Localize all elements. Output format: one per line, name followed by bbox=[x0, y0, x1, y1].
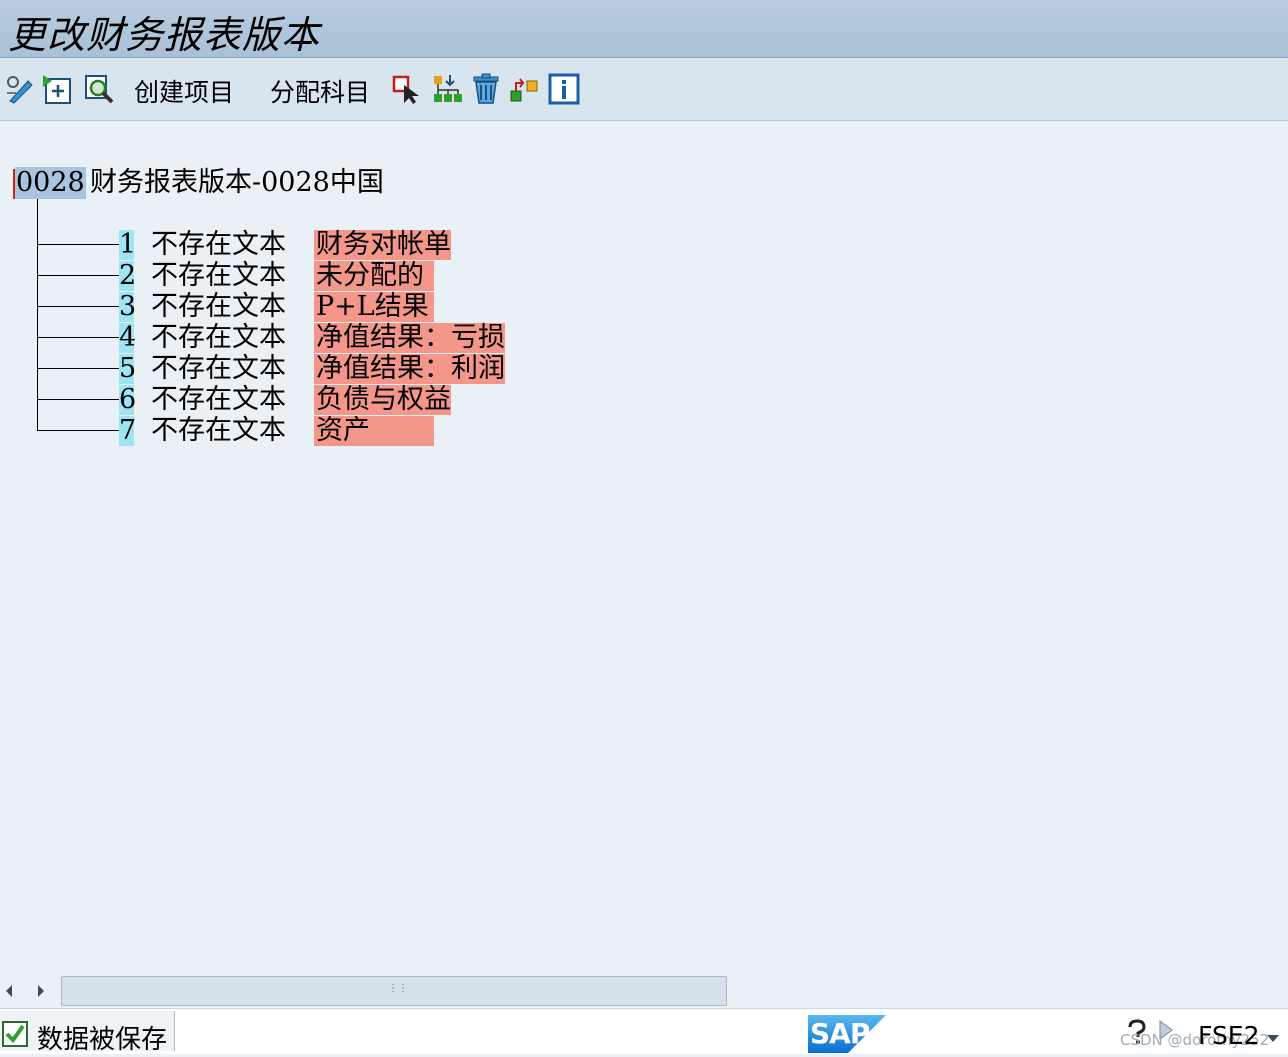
tree-item-text[interactable]: 不存在文本 bbox=[151, 230, 286, 260]
new-item-icon[interactable] bbox=[42, 73, 74, 105]
hierarchy-icon[interactable] bbox=[431, 73, 463, 105]
tree-connector-horizontal bbox=[37, 399, 119, 400]
scroll-thumb[interactable]: ⋮⋮ bbox=[61, 976, 727, 1006]
tree-item-label[interactable]: 负债与权益 bbox=[314, 385, 451, 415]
tree-connector-horizontal bbox=[37, 430, 119, 431]
tree-item-text[interactable]: 不存在文本 bbox=[151, 323, 286, 353]
tree-connector-horizontal bbox=[37, 244, 119, 245]
scroll-grip-icon: ⋮⋮ bbox=[388, 983, 408, 994]
tree-item-number[interactable]: 6 bbox=[119, 385, 136, 415]
tree-item-text[interactable]: 不存在文本 bbox=[151, 385, 286, 415]
tree-item-number[interactable]: 4 bbox=[119, 323, 136, 353]
tree-item-number[interactable]: 1 bbox=[119, 230, 136, 260]
tree-connector-horizontal bbox=[37, 337, 119, 338]
create-item-button[interactable]: 创建项目 bbox=[134, 73, 234, 109]
success-check-icon bbox=[2, 1021, 28, 1051]
tree-item-label[interactable]: 财务对帐单 bbox=[314, 230, 451, 260]
scroll-right-icon[interactable] bbox=[36, 983, 46, 1002]
status-message-box[interactable]: 数据被保存 bbox=[0, 1011, 175, 1055]
horizontal-scrollbar[interactable]: ⋮⋮ bbox=[0, 973, 1288, 1007]
tree-item-text[interactable]: 不存在文本 bbox=[151, 354, 286, 384]
tree-item-number[interactable]: 2 bbox=[119, 261, 136, 291]
scroll-left-icon[interactable] bbox=[4, 983, 14, 1002]
tree-connector-vertical bbox=[37, 199, 38, 431]
tree-connector-horizontal bbox=[37, 275, 119, 276]
tree-item-text[interactable]: 不存在文本 bbox=[151, 292, 286, 322]
transaction-code: FSE2 bbox=[1198, 1021, 1260, 1050]
tree-item-text[interactable]: 不存在文本 bbox=[151, 261, 286, 291]
reassign-icon[interactable] bbox=[509, 73, 541, 105]
tree-item-text[interactable]: 不存在文本 bbox=[151, 416, 286, 446]
assign-accounts-button[interactable]: 分配科目 bbox=[270, 73, 370, 109]
tree-item-label[interactable]: 净值结果：亏损 bbox=[314, 323, 505, 353]
page-title: 更改财务报表版本 bbox=[8, 13, 321, 57]
info-icon[interactable] bbox=[548, 73, 580, 105]
application-toolbar: 创建项目 分配科目 bbox=[0, 58, 1288, 121]
title-bar: 更改财务报表版本 bbox=[0, 0, 1288, 58]
tree-root-code[interactable]: 0028 bbox=[15, 167, 86, 199]
edit-icon[interactable] bbox=[4, 73, 36, 105]
sap-logo: SAP bbox=[808, 1015, 886, 1053]
tree-item-number[interactable]: 5 bbox=[119, 354, 136, 384]
tree-connector-horizontal bbox=[37, 368, 119, 369]
search-icon[interactable] bbox=[83, 73, 115, 105]
tree-item-label[interactable]: 净值结果：利润 bbox=[314, 354, 505, 384]
select-icon[interactable] bbox=[392, 73, 424, 105]
tree-item-label[interactable]: 未分配的 bbox=[314, 261, 434, 291]
tree-root-text[interactable]: 财务报表版本-0028中国 bbox=[90, 167, 384, 199]
tree-item-number[interactable]: 3 bbox=[119, 292, 136, 322]
status-message-text: 数据被保存 bbox=[37, 1025, 168, 1055]
status-bar: 数据被保存 SAP CSDN @dorothy252 FSE2 bbox=[0, 1008, 1288, 1055]
delete-icon[interactable] bbox=[470, 73, 502, 105]
tree-item-number[interactable]: 7 bbox=[119, 416, 136, 446]
tree-item-label[interactable]: P+L结果 bbox=[314, 292, 434, 322]
tree-connector-horizontal bbox=[37, 306, 119, 307]
tree-item-label[interactable]: 资产 bbox=[314, 416, 434, 446]
chevron-down-icon[interactable] bbox=[1266, 1029, 1280, 1048]
